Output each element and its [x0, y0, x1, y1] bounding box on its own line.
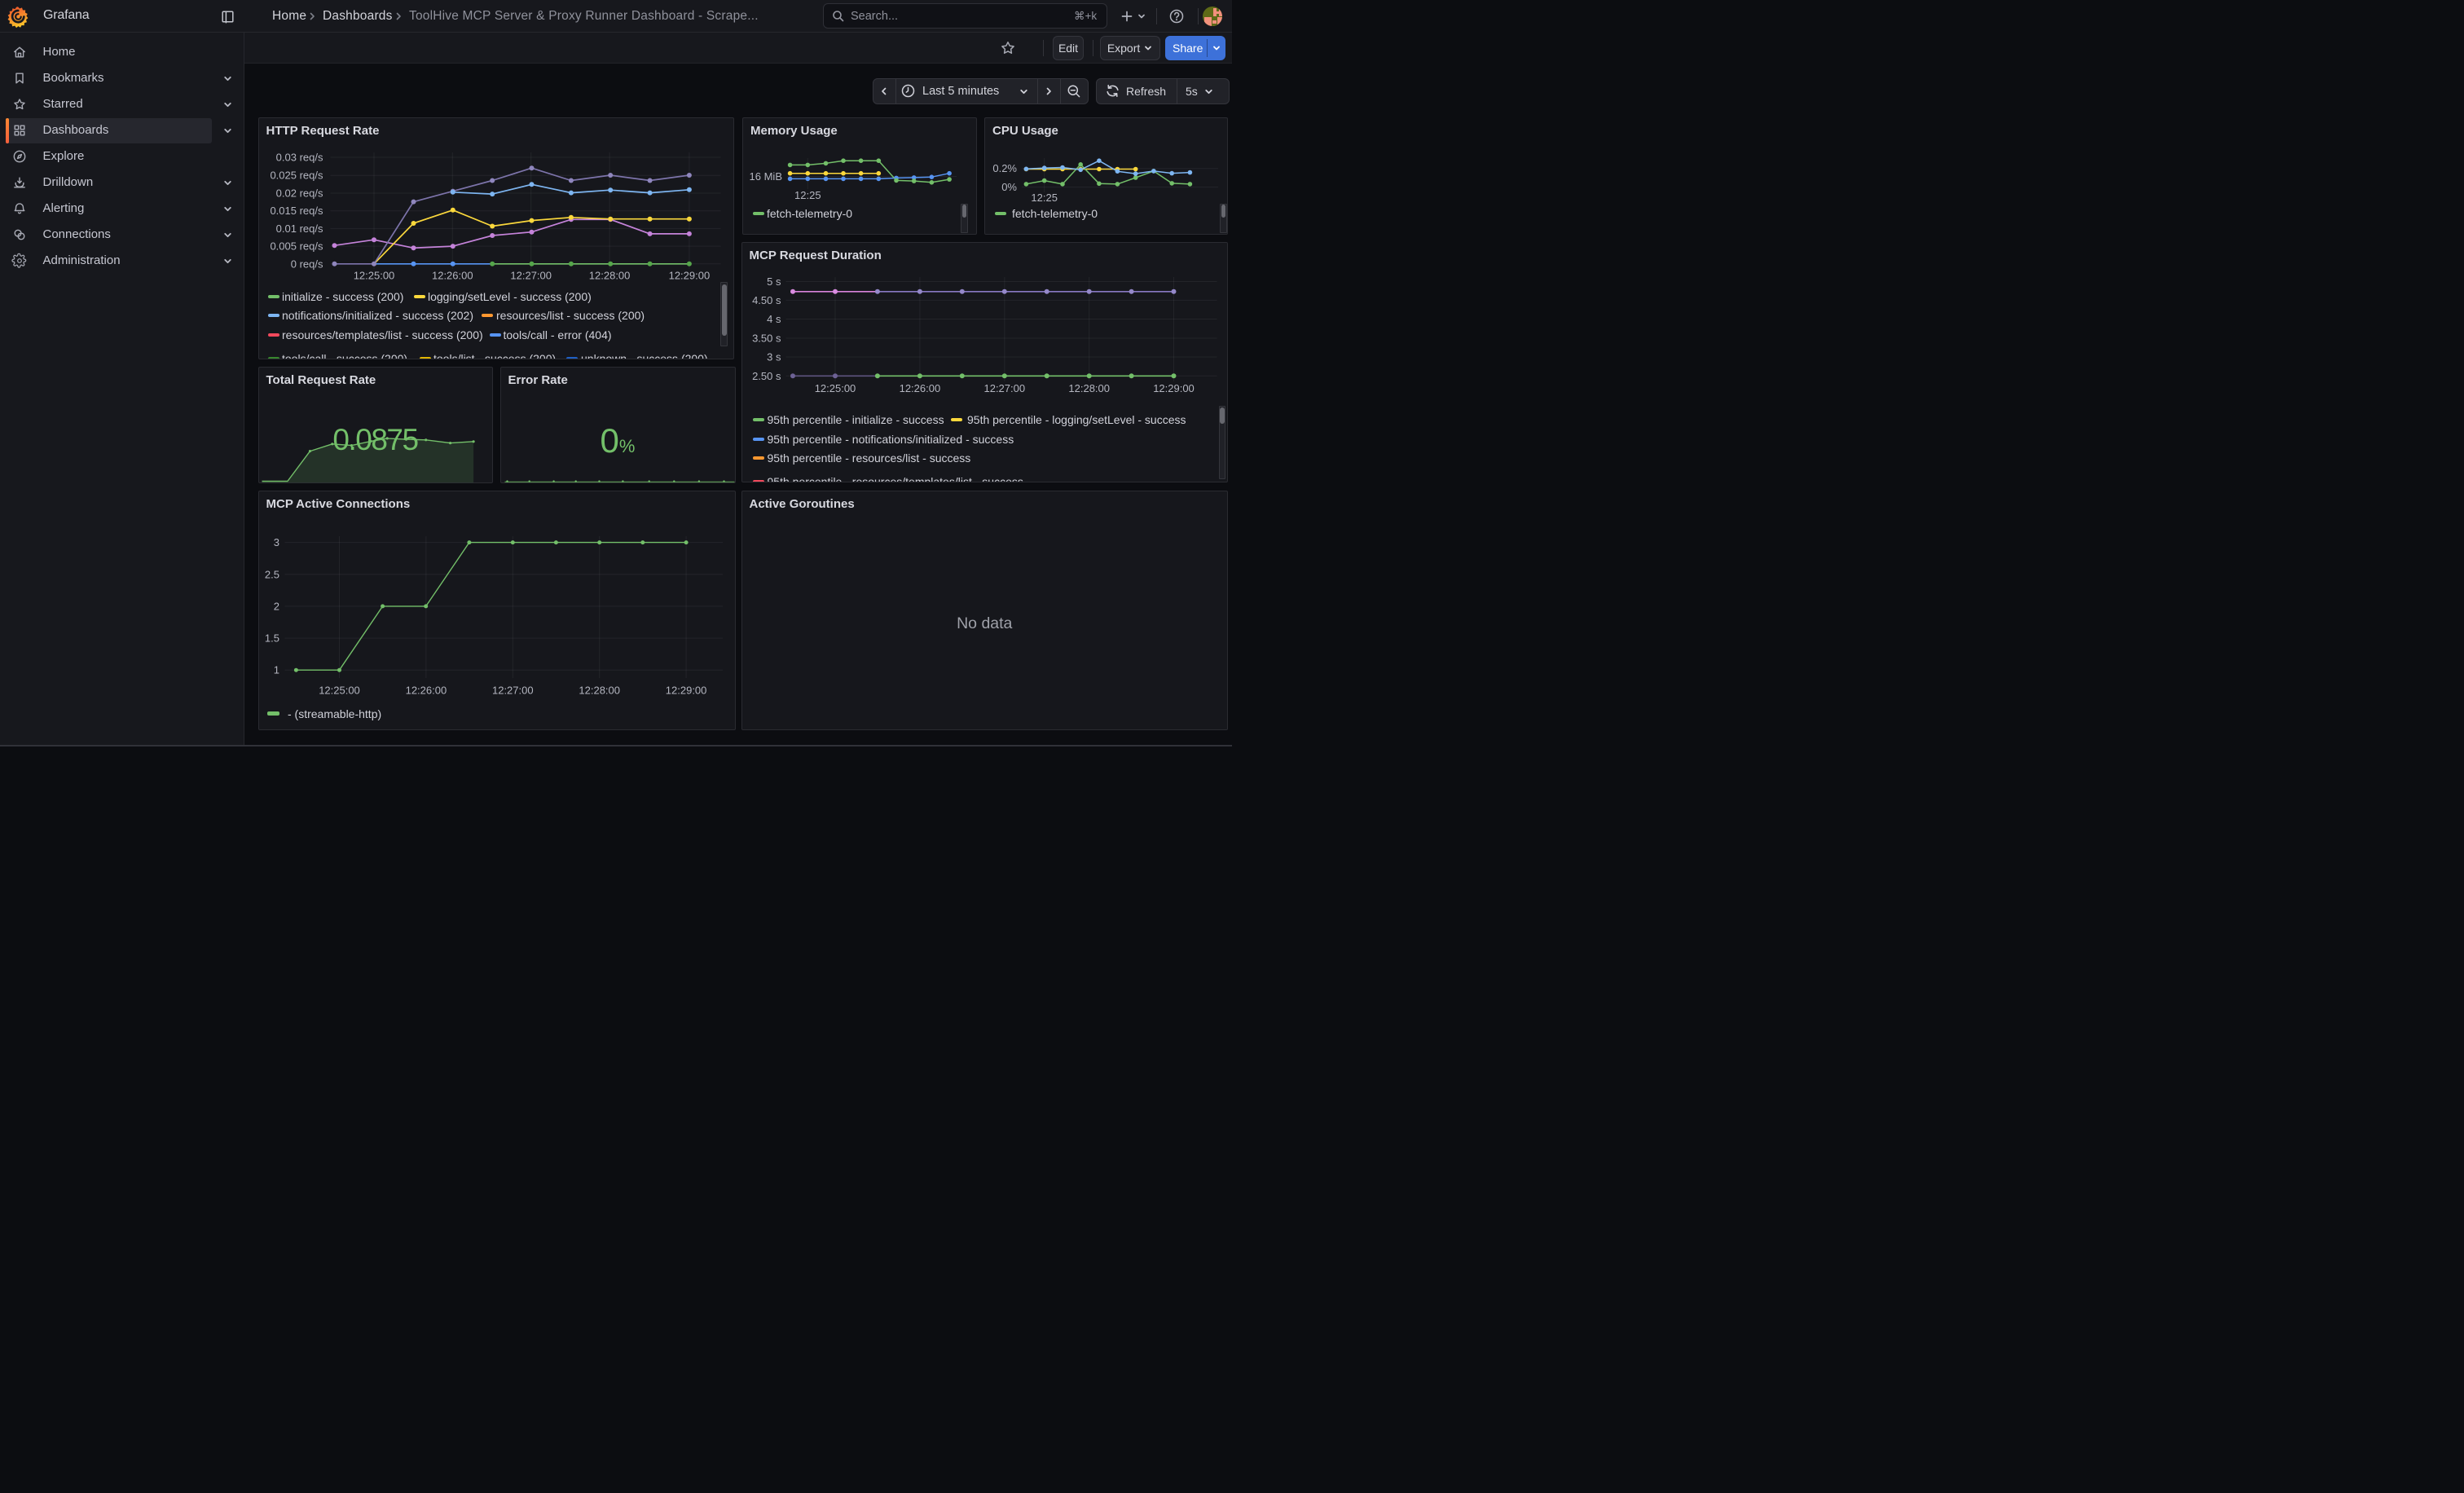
svg-text:12:25:00: 12:25:00: [319, 685, 360, 697]
svg-text:12:28:00: 12:28:00: [579, 685, 620, 697]
svg-text:0%: 0%: [1001, 181, 1017, 193]
svg-text:16 MiB: 16 MiB: [750, 170, 782, 183]
svg-text:12:27:00: 12:27:00: [491, 685, 533, 697]
svg-text:2.5: 2.5: [264, 568, 279, 580]
svg-text:1: 1: [273, 664, 279, 676]
svg-text:3: 3: [273, 536, 279, 548]
svg-text:2: 2: [273, 600, 279, 612]
svg-text:12:25: 12:25: [1031, 192, 1058, 204]
svg-text:1.5: 1.5: [264, 632, 279, 645]
svg-text:12:25: 12:25: [794, 189, 821, 201]
svg-text:12:29:00: 12:29:00: [665, 685, 706, 697]
svg-text:12:26:00: 12:26:00: [405, 685, 447, 697]
svg-text:0.2%: 0.2%: [992, 162, 1017, 174]
